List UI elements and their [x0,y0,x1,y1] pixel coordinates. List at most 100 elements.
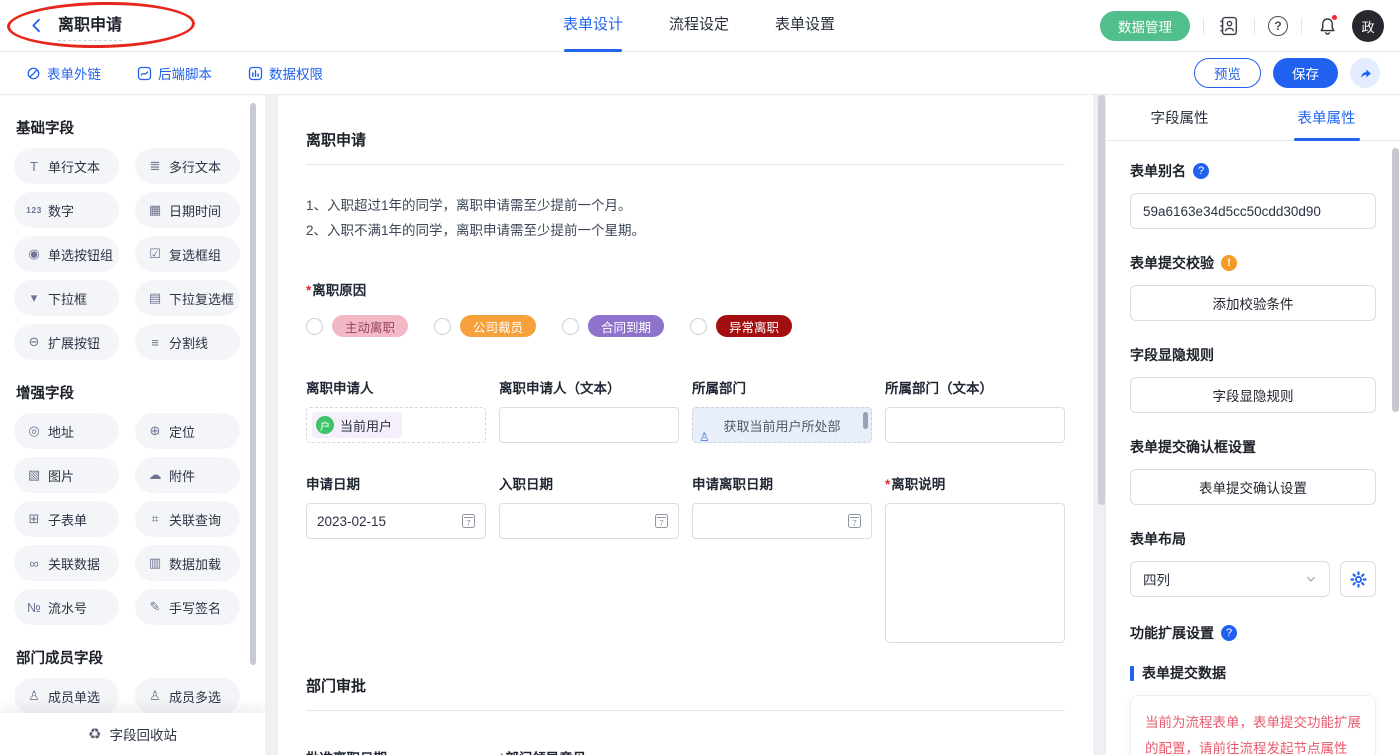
option-pill: 合同到期 [588,315,664,337]
tab-form-properties[interactable]: 表单属性 [1253,95,1400,140]
radio-option-abnormal-resign[interactable]: 异常离职 [690,315,792,337]
sidebar-item-data-load[interactable]: ▥数据加载 [135,545,240,581]
sidebar-item-member-single[interactable]: ♙成员单选 [14,678,119,714]
sidebar-item-linked-query[interactable]: ⌗关联查询 [135,501,240,537]
add-validation-button[interactable]: 添加校验条件 [1130,285,1376,321]
calendar-icon[interactable] [462,514,475,528]
layout-settings-button[interactable] [1340,561,1376,597]
form-external-link[interactable]: 表单外链 [26,63,101,83]
sidebar-item-checkbox-group[interactable]: ☑复选框组 [135,236,240,272]
section-title-member-fields: 部门成员字段 [16,647,233,668]
notification-bell-icon[interactable] [1315,14,1339,38]
avatar[interactable]: 政 [1352,10,1384,42]
form-section-title-approval[interactable]: 部门审批 [306,675,1065,696]
form-alias-label: 表单别名 [1130,161,1186,181]
applicant-value-box[interactable]: 户 当前用户 [306,407,486,443]
help-question-icon[interactable]: ? [1193,163,1209,179]
sidebar-item-location[interactable]: ⊕定位 [135,413,240,449]
radio-option-layoff[interactable]: 公司裁员 [434,315,536,337]
backend-script-link[interactable]: 后端脚本 [137,63,212,83]
field-approve-date[interactable]: 批准离职日期 [306,747,486,755]
field-applicant-text[interactable]: 离职申请人（文本） [499,377,679,443]
sidebar-item-radio-group[interactable]: ◉单选按钮组 [14,236,119,272]
sidebar-item-datetime[interactable]: ▦日期时间 [135,192,240,228]
radio-circle[interactable] [690,318,707,335]
field-apply-date[interactable]: 申请日期 2023-02-15 [306,473,486,539]
canvas-scrollbar[interactable] [1098,95,1105,505]
tab-flow-setting[interactable]: 流程设定 [669,0,729,52]
sidebar-item-serial-number[interactable]: №流水号 [14,589,119,625]
help-icon[interactable]: ? [1268,16,1288,36]
save-button[interactable]: 保存 [1273,58,1338,88]
sidebar-item-label: 单选按钮组 [48,245,113,264]
sidebar-item-single-line-text[interactable]: T单行文本 [14,148,119,184]
help-question-icon[interactable]: ? [1221,625,1237,641]
script-icon [137,66,152,81]
visibility-rules-button[interactable]: 字段显隐规则 [1130,377,1376,413]
submit-confirm-button[interactable]: 表单提交确认设置 [1130,469,1376,505]
data-manage-button[interactable]: 数据管理 [1100,11,1190,41]
back-button[interactable] [24,14,48,38]
calendar-icon[interactable] [655,514,668,528]
user-icon: 户 [316,416,334,434]
field-department[interactable]: 所属部门 获取当前用户所处部 ♙ [692,377,872,443]
field-department-text[interactable]: 所属部门（文本） [885,377,1065,443]
data-permission-link[interactable]: 数据权限 [248,63,323,83]
tab-field-properties[interactable]: 字段属性 [1106,95,1253,140]
address-book-icon[interactable] [1217,14,1241,38]
radio-circle[interactable] [306,318,323,335]
sidebar-item-label: 成员多选 [169,687,221,706]
form-description[interactable]: 1、入职超过1年的同学，离职申请需至少提前一个月。 2、入职不满1年的同学，离职… [306,193,1065,243]
field-recycle-bin[interactable]: ♻ 字段回收站 [0,713,265,755]
form-alias-input[interactable]: 59a6163e34d5cc50cdd30d90 [1130,193,1376,229]
field-entry-date[interactable]: 入职日期 [499,473,679,539]
gear-icon [1350,571,1367,588]
radio-option-contract-expire[interactable]: 合同到期 [562,315,664,337]
properties-panel: 字段属性 表单属性 表单别名 ? 59a6163e34d5cc50cdd30d9… [1105,95,1400,755]
form-layout-select[interactable]: 四列 [1130,561,1330,597]
sidebar-item-extend-button[interactable]: ⊖扩展按钮 [14,324,119,360]
sidebar-item-select[interactable]: ▾下拉框 [14,280,119,316]
form-section-title[interactable]: 离职申请 [306,129,1065,150]
resign-note-textarea[interactable] [885,503,1065,643]
sidebar-item-attachment[interactable]: ☁附件 [135,457,240,493]
field-label: 申请日期 [306,473,486,493]
field-resign-reason[interactable]: 离职原因 主动离职 公司裁员 合同到期 [306,279,1065,337]
sidebar-item-signature[interactable]: ✎手写签名 [135,589,240,625]
share-button[interactable] [1350,58,1380,88]
visibility-rules-label: 字段显隐规则 [1130,345,1214,365]
department-box-scrollbar[interactable] [863,412,868,429]
radio-option-voluntary-resign[interactable]: 主动离职 [306,315,408,337]
sidebar-item-address[interactable]: ◎地址 [14,413,119,449]
calendar-icon[interactable] [848,514,861,528]
preview-button[interactable]: 预览 [1194,58,1261,88]
sidebar-scrollbar[interactable] [250,103,256,665]
resign-date-input[interactable] [692,503,872,539]
sidebar-item-member-multi[interactable]: ♙成员多选 [135,678,240,714]
current-user-tag[interactable]: 户 当前用户 [312,412,402,438]
department-text-input[interactable] [885,407,1065,443]
radio-circle[interactable] [562,318,579,335]
radio-circle[interactable] [434,318,451,335]
dropdown-icon: ▾ [25,290,43,306]
sidebar-item-multi-select[interactable]: ▤下拉复选框 [135,280,240,316]
field-resign-date[interactable]: 申请离职日期 [692,473,872,539]
sidebar-item-divider-line[interactable]: ≡分割线 [135,324,240,360]
field-leader-opinion[interactable]: 部门领导意见 [499,747,679,755]
sidebar-item-image[interactable]: ▧图片 [14,457,119,493]
sidebar-item-multi-line-text[interactable]: ≣多行文本 [135,148,240,184]
applicant-text-input[interactable] [499,407,679,443]
section-title-basic-fields: 基础字段 [16,117,233,138]
field-resign-note[interactable]: 离职说明 [885,473,1065,643]
field-applicant[interactable]: 离职申请人 户 当前用户 [306,377,486,443]
entry-date-input[interactable] [499,503,679,539]
sidebar-item-subform[interactable]: ⊞子表单 [14,501,119,537]
department-value-box[interactable]: 获取当前用户所处部 ♙ [692,407,872,443]
tab-form-design[interactable]: 表单设计 [563,0,623,52]
sidebar-item-number[interactable]: 123数字 [14,192,119,228]
apply-date-input[interactable]: 2023-02-15 [306,503,486,539]
window-scrollbar[interactable] [1392,148,1399,412]
form-title[interactable]: 离职申请 [58,11,122,41]
tab-form-setting[interactable]: 表单设置 [775,0,835,52]
sidebar-item-linked-data[interactable]: ∞关联数据 [14,545,119,581]
